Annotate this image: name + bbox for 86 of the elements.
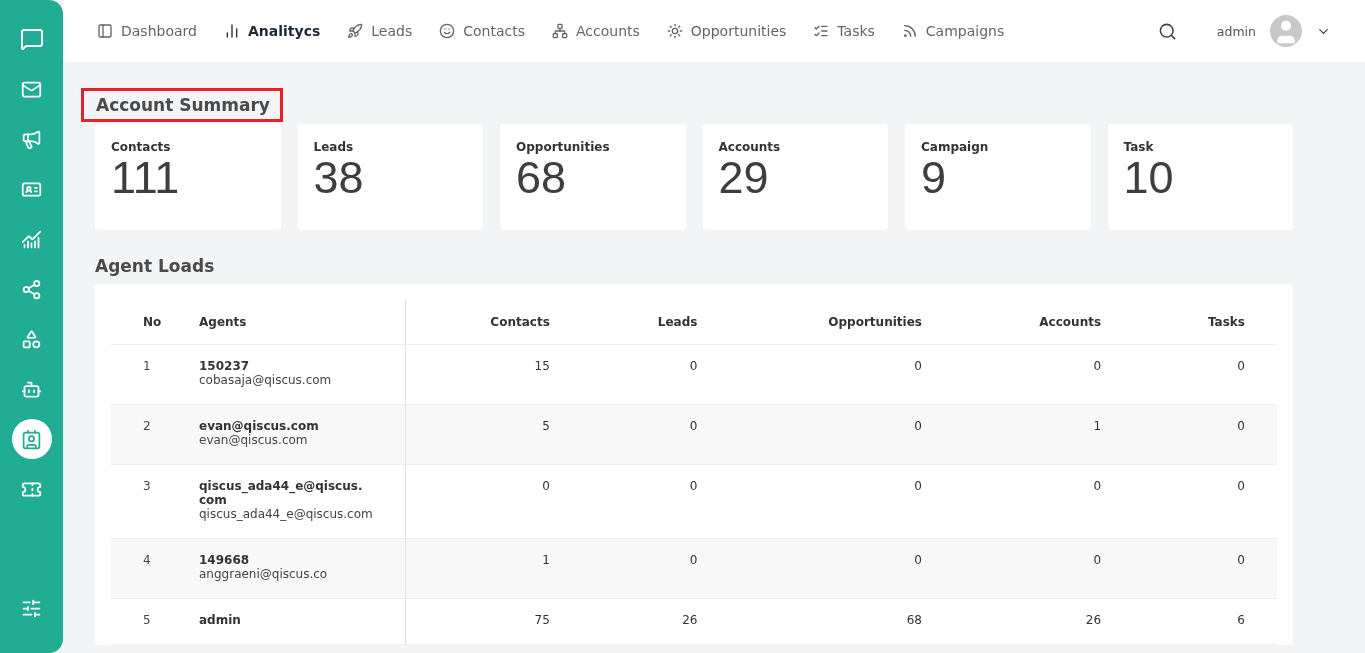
stat-label: Contacts — [111, 140, 172, 154]
checklist-icon — [813, 23, 830, 39]
table-cell: 0 — [581, 404, 730, 465]
search-icon[interactable] — [1157, 21, 1177, 41]
column-header: Opportunities — [729, 300, 954, 345]
sidebar-button[interactable] — [11, 419, 52, 459]
table-cell: 0 — [953, 464, 1134, 539]
table-cell: 26 — [953, 598, 1134, 645]
agent-email: anggraeni@qiscus.co — [199, 567, 329, 581]
table-cell: 0 — [953, 344, 1134, 405]
agent-name: qiscus_ada44_e@qiscus.com — [199, 479, 364, 507]
agent-email: qiscus_ada44_e@qiscus.com — [199, 507, 373, 521]
stat-value: 38 — [313, 154, 365, 202]
nav-link[interactable]: Campaigns — [901, 23, 1005, 39]
nav-link[interactable]: Dashboard — [97, 23, 197, 39]
table-cell: 0 — [729, 538, 954, 599]
table-cell: 0 — [729, 404, 954, 465]
agent-name: 150237 — [199, 359, 251, 373]
share-icon — [21, 278, 42, 300]
table-cell: 5 — [405, 404, 582, 465]
table-cell: 6 — [1133, 598, 1277, 645]
settings-icon — [21, 597, 42, 619]
avatar[interactable] — [1270, 15, 1302, 47]
row-number: 5 — [143, 613, 151, 627]
nav-link[interactable]: Contacts — [439, 23, 525, 39]
table-cell: 0 — [581, 464, 730, 539]
network-icon — [551, 23, 568, 39]
nav-link[interactable]: Analitycs — [223, 23, 321, 39]
nav-link[interactable]: Opportunities — [666, 23, 787, 39]
table-cell: 26 — [581, 598, 730, 645]
user-name: admin — [1216, 23, 1256, 39]
stat-value: 9 — [921, 154, 947, 202]
stat-label: Task — [1123, 140, 1155, 154]
table-cell: 15 — [405, 344, 582, 405]
panel-icon — [97, 23, 113, 39]
table-cell: 0 — [1133, 404, 1277, 465]
table-cell: 1 — [405, 538, 582, 599]
row-number: 1 — [143, 359, 151, 373]
chat-logo-icon — [19, 27, 44, 51]
rss-icon — [901, 23, 918, 39]
nav-link[interactable]: Leads — [347, 23, 413, 39]
agent-email: evan@qiscus.com — [199, 433, 309, 447]
section-title: Account Summary — [81, 88, 283, 122]
agent-name: admin — [199, 613, 242, 627]
table-cell: 0 — [729, 344, 954, 405]
megaphone-icon — [21, 128, 42, 150]
stat-value: 29 — [718, 154, 770, 202]
table-cell: 75 — [405, 598, 582, 645]
table-cell: 0 — [1133, 464, 1277, 539]
agent-name: evan@qiscus.com — [199, 419, 320, 433]
table-cell: 0 — [729, 464, 954, 539]
table-cell: 0 — [1133, 538, 1277, 599]
stat-value: 68 — [516, 154, 567, 202]
contact-icon — [21, 428, 42, 450]
row-number: 3 — [143, 479, 151, 493]
stat-label: Accounts — [718, 140, 782, 154]
column-header: Tasks — [1133, 300, 1277, 345]
table-cell: 0 — [581, 538, 730, 599]
column-header: Accounts — [953, 300, 1134, 345]
table-cell: 0 — [1133, 344, 1277, 405]
stat-label: Opportunities — [516, 140, 611, 154]
column-header: Leads — [581, 300, 730, 345]
table-cell: 0 — [581, 344, 730, 405]
stat-label: Campaign — [921, 140, 990, 154]
table-cell: 0 — [405, 464, 582, 539]
section-title: Agent Loads — [95, 256, 216, 276]
nav-link[interactable]: Accounts — [551, 23, 640, 39]
row-number: 4 — [143, 553, 151, 567]
stat-label: Leads — [313, 140, 355, 154]
table-cell: 68 — [729, 598, 954, 645]
smiley-icon — [439, 23, 456, 39]
column-header: Agents — [167, 300, 406, 345]
chart-icon — [21, 228, 42, 250]
column-header: Contacts — [405, 300, 582, 345]
nav-link[interactable]: Tasks — [813, 23, 875, 39]
row-number: 2 — [143, 419, 151, 433]
shapes-icon — [21, 328, 42, 350]
table-cell: 1 — [953, 404, 1134, 465]
agent-name: 149668 — [199, 553, 251, 567]
column-header: No — [111, 300, 167, 345]
table-cell: 0 — [953, 538, 1134, 599]
rocket-icon — [347, 23, 364, 39]
agent-email: cobasaja@qiscus.com — [199, 373, 333, 387]
sun-icon — [666, 23, 683, 39]
stat-value: 111 — [111, 154, 181, 202]
stat-value: 10 — [1123, 154, 1175, 202]
